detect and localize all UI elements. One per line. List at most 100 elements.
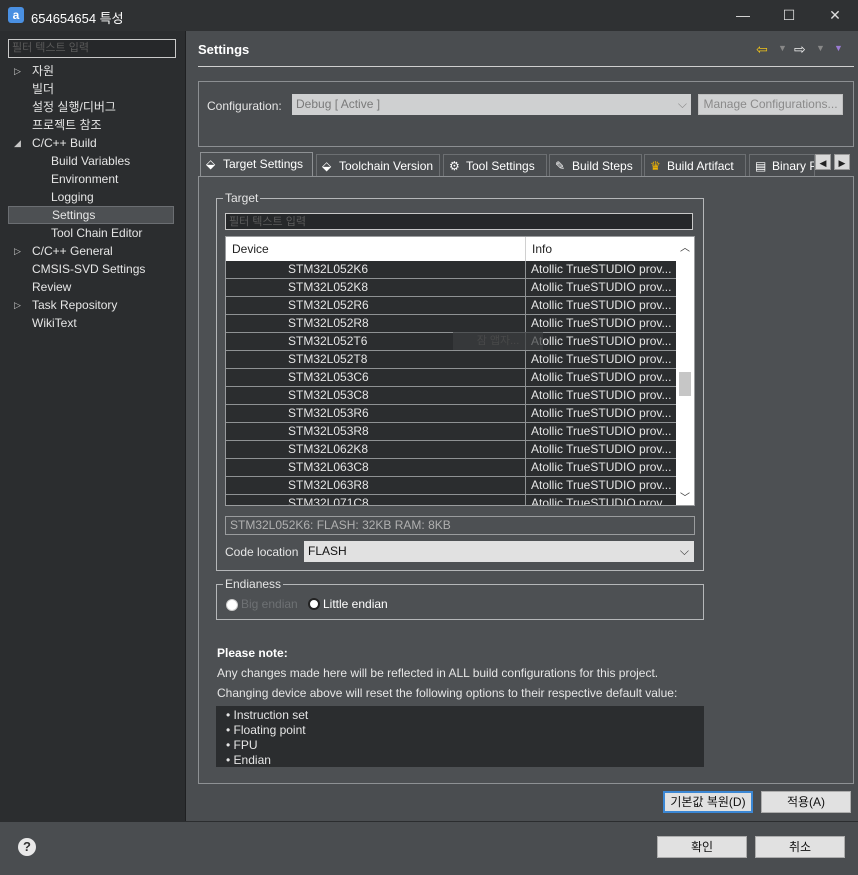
device-cell: STM32L053C6 bbox=[288, 370, 369, 384]
configuration-select[interactable]: Debug [ Active ] ⌵ bbox=[292, 94, 691, 115]
device-filter-input[interactable]: 필터 텍스트 입력 bbox=[225, 213, 693, 230]
tree-item[interactable]: ▷ Task Repository bbox=[8, 296, 174, 314]
bullet-icon: • bbox=[226, 723, 234, 737]
device-cell: STM32L052R6 bbox=[288, 298, 369, 312]
close-button[interactable]: ✕ bbox=[812, 0, 858, 31]
table-row[interactable]: STM32L052K6 Atollic TrueSTUDIO prov... bbox=[226, 261, 676, 279]
column-header-device[interactable]: Device bbox=[226, 237, 525, 261]
chevron-down-icon[interactable]: ﹀ bbox=[676, 489, 694, 504]
tab-build-steps[interactable]: ✎ Build Steps bbox=[549, 154, 642, 176]
big-endian-label[interactable]: Big endian bbox=[241, 597, 298, 611]
info-cell: Atollic TrueSTUDIO prov... bbox=[531, 388, 672, 402]
tab-tool-settings[interactable]: ⚙ Tool Settings bbox=[443, 154, 547, 176]
menu-triangle-icon[interactable]: ▼ bbox=[834, 43, 843, 53]
table-row[interactable]: STM32L063R8 Atollic TrueSTUDIO prov... bbox=[226, 477, 676, 495]
tree-item[interactable]: ▷ C/C++ General bbox=[8, 242, 174, 260]
tree-item[interactable]: Build Variables bbox=[8, 152, 174, 170]
big-endian-radio[interactable] bbox=[226, 599, 238, 611]
tree-item[interactable]: 프로젝트 참조 bbox=[8, 116, 174, 134]
back-arrow-icon[interactable]: ⇦ bbox=[756, 41, 768, 58]
tree-item[interactable]: 빌더 bbox=[8, 80, 174, 98]
filter-input[interactable]: 필터 텍스트 입력 bbox=[8, 39, 176, 58]
list-item-label: Endian bbox=[233, 753, 271, 767]
table-row[interactable]: STM32L053C8 Atollic TrueSTUDIO prov... bbox=[226, 387, 676, 405]
minimize-button[interactable]: — bbox=[720, 0, 766, 31]
device-cell: STM32L052K6 bbox=[288, 262, 369, 276]
table-row[interactable]: STM32L071C8 Atollic TrueSTUDIO prov... bbox=[226, 495, 676, 505]
configuration-value: Debug [ Active ] bbox=[296, 97, 381, 111]
column-header-info[interactable]: Info bbox=[526, 237, 676, 261]
tree-item[interactable]: Review bbox=[8, 278, 174, 296]
tree-item[interactable]: WikiText bbox=[8, 314, 174, 332]
tab-label: Build Artifact bbox=[667, 159, 734, 173]
collapsed-arrow-icon[interactable]: ▷ bbox=[14, 296, 21, 314]
target-settings-panel: Target 필터 텍스트 입력 Device Info STM32L052K6… bbox=[198, 176, 854, 784]
tab-scroll-left-button[interactable]: ◀ bbox=[815, 154, 831, 170]
table-row[interactable]: STM32L053R8 Atollic TrueSTUDIO prov... bbox=[226, 423, 676, 441]
build-steps-icon: ✎ bbox=[555, 159, 566, 173]
tab-label: Build Steps bbox=[572, 159, 633, 173]
tree-item[interactable]: CMSIS-SVD Settings bbox=[8, 260, 174, 278]
tree-item[interactable]: ▷ 자원 bbox=[8, 62, 174, 80]
window-title: 654654654 특성 bbox=[31, 11, 124, 26]
table-row[interactable]: STM32L052R6 Atollic TrueSTUDIO prov... bbox=[226, 297, 676, 315]
tree-item[interactable]: ◢ C/C++ Build bbox=[8, 134, 174, 152]
restore-defaults-button[interactable]: 기본값 복원(D) bbox=[663, 791, 753, 813]
table-row[interactable]: STM32L052T6 Atollic TrueSTUDIO prov... bbox=[226, 333, 676, 351]
chevron-up-icon[interactable]: ︿ bbox=[676, 239, 694, 254]
tree-item[interactable]: 설정 실행/디버그 bbox=[8, 98, 174, 116]
table-row[interactable]: STM32L063C8 Atollic TrueSTUDIO prov... bbox=[226, 459, 676, 477]
little-endian-label[interactable]: Little endian bbox=[323, 597, 388, 611]
chevron-down-icon[interactable]: ▼ bbox=[778, 43, 787, 53]
manage-configurations-button[interactable]: Manage Configurations... bbox=[698, 94, 843, 115]
ok-button[interactable]: 확인 bbox=[657, 836, 747, 858]
code-location-select[interactable]: FLASH ⌵ bbox=[304, 541, 694, 562]
tree-item[interactable]: Environment bbox=[8, 170, 174, 188]
tree-item[interactable]: Tool Chain Editor bbox=[8, 224, 174, 242]
tab-toolchain-version[interactable]: ⬙ Toolchain Version bbox=[316, 154, 440, 176]
target-legend: Target bbox=[223, 191, 261, 205]
collapsed-arrow-icon[interactable]: ▷ bbox=[14, 62, 21, 80]
forward-arrow-icon[interactable]: ⇨ bbox=[794, 41, 806, 58]
device-rows: STM32L052K6 Atollic TrueSTUDIO prov... STM… bbox=[226, 261, 676, 505]
maximize-button[interactable]: ☐ bbox=[766, 0, 812, 31]
apply-button[interactable]: 적용(A) bbox=[761, 791, 851, 813]
tree-item-label: WikiText bbox=[32, 316, 77, 330]
settings-header: Settings ⇦ ▼ ⇨ ▼ ▼ bbox=[186, 31, 858, 67]
tab-build-artifact[interactable]: ♛ Build Artifact bbox=[644, 154, 746, 176]
device-cell: STM32L053R8 bbox=[288, 424, 369, 438]
info-cell: Atollic TrueSTUDIO prov... bbox=[531, 352, 672, 366]
table-row[interactable]: STM32L053C6 Atollic TrueSTUDIO prov... bbox=[226, 369, 676, 387]
header-divider bbox=[198, 66, 854, 67]
cancel-button[interactable]: 취소 bbox=[755, 836, 845, 858]
help-icon[interactable]: ? bbox=[18, 838, 36, 856]
toolchain-icon: ⬙ bbox=[322, 159, 332, 173]
table-row[interactable]: STM32L052T8 Atollic TrueSTUDIO prov... bbox=[226, 351, 676, 369]
scrollbar-thumb[interactable] bbox=[679, 372, 691, 396]
tree-item-label: CMSIS-SVD Settings bbox=[32, 262, 146, 276]
collapsed-arrow-icon[interactable]: ▷ bbox=[14, 242, 21, 260]
table-row[interactable]: STM32L062K8 Atollic TrueSTUDIO prov... bbox=[226, 441, 676, 459]
device-summary: STM32L052K6: FLASH: 32KB RAM: 8KB bbox=[225, 516, 695, 535]
tab-target-settings[interactable]: ⬙ Target Settings bbox=[200, 152, 313, 176]
tree-item[interactable]: Settings bbox=[8, 206, 174, 224]
tree-item-label: Tool Chain Editor bbox=[51, 226, 143, 240]
table-row[interactable]: STM32L053R6 Atollic TrueSTUDIO prov... bbox=[226, 405, 676, 423]
page-title: Settings bbox=[198, 42, 250, 57]
device-cell: STM32L053R6 bbox=[288, 406, 369, 420]
table-row[interactable]: STM32L052K8 Atollic TrueSTUDIO prov... bbox=[226, 279, 676, 297]
bullet-icon: • bbox=[226, 738, 234, 752]
tool-settings-icon: ⚙ bbox=[449, 159, 460, 173]
tree-item-label: Task Repository bbox=[32, 298, 118, 312]
chevron-down-icon[interactable]: ▼ bbox=[816, 43, 825, 53]
table-scrollbar[interactable]: ︿ ﹀ bbox=[676, 237, 694, 505]
expanded-arrow-icon[interactable]: ◢ bbox=[14, 134, 21, 152]
tree-item[interactable]: Logging bbox=[8, 188, 174, 206]
tab-binary-parsers[interactable]: ▤ Binary P bbox=[749, 154, 815, 176]
tree-item-label: Review bbox=[32, 280, 72, 294]
table-row[interactable]: STM32L052R8 Atollic TrueSTUDIO prov... bbox=[226, 315, 676, 333]
device-cell: STM32L052K8 bbox=[288, 280, 369, 294]
tab-scroll-right-button[interactable]: ▶ bbox=[834, 154, 850, 170]
little-endian-radio[interactable] bbox=[308, 598, 320, 610]
title-bar: a 654654654 특성 — ☐ ✕ bbox=[0, 0, 858, 32]
